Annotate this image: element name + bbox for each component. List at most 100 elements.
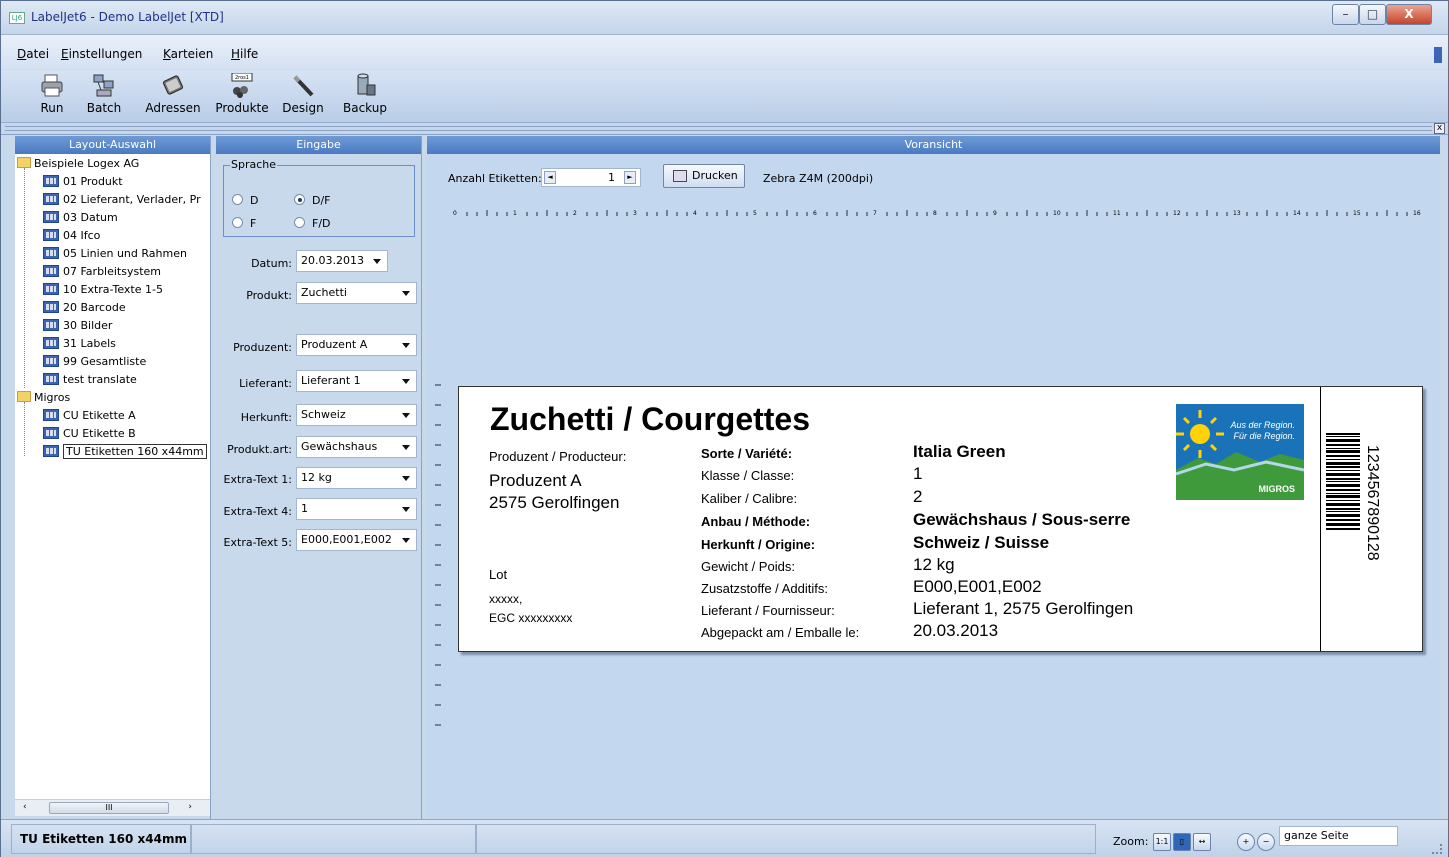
splitter-grip[interactable] [5, 126, 1432, 131]
tree-item-label: 01 Produkt [63, 175, 123, 188]
batch-button[interactable]: Batch [85, 73, 123, 115]
barcode-bar [1326, 508, 1360, 510]
splitter-close-icon[interactable]: x [1434, 123, 1445, 134]
backup-button[interactable]: Backup [341, 73, 389, 115]
tree-item[interactable]: 31 Labels [43, 335, 116, 353]
menu-karteien[interactable]: Karteien [163, 47, 213, 61]
pane-divider[interactable] [210, 136, 216, 819]
extra-text-5-value: E000,E001,E002 [301, 533, 392, 546]
dropdown-arrow-icon[interactable] [402, 343, 410, 348]
horizontal-ruler: 0 1 2 3 4 5 6 7 8 9 10 11 12 13 14 15 16 [453, 210, 1421, 217]
radio-f[interactable]: F [232, 217, 256, 230]
tree-item-label: 02 Lieferant, Verlader, Pr [63, 193, 201, 206]
produktart-select[interactable]: Gewächshaus [296, 436, 417, 458]
tree-item[interactable]: 02 Lieferant, Verlader, Pr [43, 191, 201, 209]
zoom-full-page-icon[interactable]: ▯ [1173, 833, 1191, 851]
sprache-title: Sprache [230, 158, 278, 171]
dropdown-arrow-icon[interactable] [402, 445, 410, 450]
tree-item-selected[interactable]: TU Etiketten 160 x44mm [43, 443, 207, 461]
label-preview[interactable]: Zuchetti / Courgettes Produzent / Produc… [458, 386, 1423, 652]
dropdown-arrow-icon[interactable] [402, 379, 410, 384]
preview-pane-header: Voransicht [427, 136, 1440, 154]
close-button[interactable]: X [1386, 4, 1432, 25]
datum-picker[interactable]: 20.03.2013 [296, 250, 388, 272]
label-row-value: 1 [913, 464, 923, 483]
count-stepper[interactable]: ◄ 1 ► [541, 168, 641, 187]
tree-item[interactable]: 03 Datum [43, 209, 118, 227]
count-value[interactable]: 1 [608, 171, 615, 184]
dropdown-arrow-icon[interactable] [402, 507, 410, 512]
produkt-select[interactable]: Zuchetti [296, 282, 417, 304]
tree-item-label: 99 Gesamtliste [63, 355, 147, 368]
zoom-page-width-icon[interactable]: ↔ [1193, 833, 1211, 851]
tree-item-label: test translate [63, 373, 137, 386]
extra-text-1-value: 12 kg [301, 471, 332, 484]
zoom-out-icon[interactable]: − [1257, 833, 1275, 851]
tree-item[interactable]: 20 Barcode [43, 299, 126, 317]
produkte-button[interactable]: 2ros1 Produkte [213, 73, 271, 115]
barcode-bar [1326, 459, 1360, 460]
tree-item[interactable]: CU Etikette B [43, 425, 136, 443]
produktart-value: Gewächshaus [301, 440, 378, 453]
minimize-button[interactable]: – [1332, 4, 1359, 25]
tree-item[interactable]: 30 Bilder [43, 317, 112, 335]
tree-item[interactable]: CU Etikette A [43, 407, 136, 425]
menu-overflow-icon[interactable] [1434, 47, 1442, 63]
tree-item[interactable]: 04 Ifco [43, 227, 100, 245]
tree-item-label: 07 Farbleitsystem [63, 265, 162, 278]
dropdown-arrow-icon[interactable] [402, 291, 410, 296]
layout-tree[interactable]: Beispiele Logex AG 01 Produkt 02 Liefera… [15, 154, 210, 799]
scroll-right-icon[interactable]: › [188, 802, 192, 812]
extra-text-4-select[interactable]: 1 [296, 498, 417, 520]
produzent-select[interactable]: Produzent A [296, 334, 417, 356]
dropdown-arrow-icon[interactable] [373, 259, 381, 264]
folder-icon [17, 391, 31, 402]
tree-item-label: 04 Ifco [63, 229, 101, 242]
dropdown-arrow-icon[interactable] [402, 413, 410, 418]
tree-item[interactable]: 99 Gesamtliste [43, 353, 146, 371]
label-row-key: Kaliber / Calibre: [701, 491, 798, 506]
zoom-select[interactable]: ganze Seite [1279, 826, 1398, 846]
run-button[interactable]: Run [37, 73, 67, 115]
menu-hilfe[interactable]: Hilfe [231, 47, 258, 61]
radio-fd[interactable]: F/D [294, 217, 331, 230]
tree-folder-migros[interactable]: Migros [17, 389, 70, 407]
tree-folder-logex[interactable]: Beispiele Logex AG [17, 155, 139, 173]
lieferant-select[interactable]: Lieferant 1 [296, 370, 417, 392]
adressen-button[interactable]: Adressen [143, 73, 203, 115]
label-row-value: Lieferant 1, 2575 Gerolfingen [913, 599, 1134, 618]
barcode [1326, 433, 1360, 530]
resize-grip-icon[interactable] [1432, 844, 1442, 854]
dropdown-arrow-icon[interactable] [402, 476, 410, 481]
vertical-ruler [435, 384, 441, 726]
tree-item[interactable]: 07 Farbleitsystem [43, 263, 161, 281]
status-cell [476, 824, 1096, 854]
menu-datei[interactable]: Datei [17, 47, 49, 61]
scroll-left-icon[interactable]: ‹ [23, 802, 27, 812]
design-button[interactable]: Design [281, 73, 325, 115]
dropdown-arrow-icon[interactable] [402, 538, 410, 543]
print-button[interactable]: Drucken [663, 164, 745, 188]
radio-df[interactable]: D/F [294, 194, 331, 207]
tree-item[interactable]: test translate [43, 371, 137, 389]
zoom-in-icon[interactable]: + [1237, 833, 1255, 851]
toolbar-splitter[interactable]: x [1, 123, 1448, 135]
scrollbar-thumb[interactable]: III [49, 802, 169, 814]
radio-d[interactable]: D [232, 194, 258, 207]
zoom-actual-size-icon[interactable]: 1:1 [1153, 833, 1171, 851]
menu-einstellungen[interactable]: Einstellungen [61, 47, 142, 61]
extra-text-5-select[interactable]: E000,E001,E002 [296, 529, 417, 551]
tree-item[interactable]: 10 Extra-Texte 1-5 [43, 281, 163, 299]
barcode-bar [1326, 462, 1360, 465]
lot-value: xxxxx, [489, 592, 523, 606]
ruler-mark: 11 [1113, 210, 1121, 217]
tree-horizontal-scrollbar[interactable]: ‹ III › [15, 799, 210, 816]
next-record-icon[interactable]: ► [624, 171, 636, 184]
first-record-icon[interactable]: ◄ [544, 171, 556, 184]
maximize-button[interactable]: □ [1359, 4, 1386, 25]
tree-item[interactable]: 01 Produkt [43, 173, 123, 191]
tree-item[interactable]: 05 Linien und Rahmen [43, 245, 187, 263]
herkunft-select[interactable]: Schweiz [296, 404, 417, 426]
tree-item-label: TU Etiketten 160 x44mm [63, 444, 207, 459]
extra-text-1-select[interactable]: 12 kg [296, 467, 417, 489]
